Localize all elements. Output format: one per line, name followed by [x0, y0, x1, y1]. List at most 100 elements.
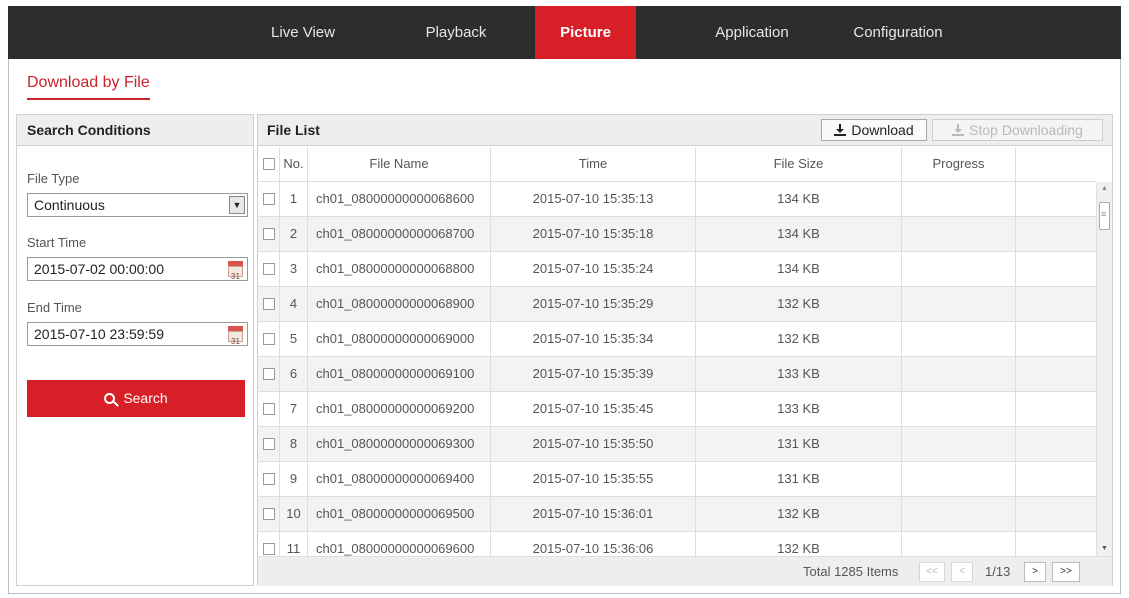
row-checkbox[interactable] — [263, 228, 275, 240]
row-progress — [902, 322, 1016, 356]
end-time-label: End Time — [27, 300, 82, 315]
search-button-label: Search — [123, 390, 168, 406]
row-checkbox[interactable] — [263, 438, 275, 450]
row-file-size: 132 KB — [696, 287, 902, 321]
table-row[interactable]: 10 ch01_08000000000069500 2015-07-10 15:36… — [258, 497, 1096, 532]
scroll-thumb[interactable] — [1099, 202, 1110, 230]
table-row[interactable]: 7 ch01_08000000000069200 2015-07-10 15:35:… — [258, 392, 1096, 427]
calendar-icon[interactable]: 31 — [228, 326, 243, 346]
table-header: No. File Name Time File Size Progress — [258, 147, 1096, 182]
row-spacer — [1016, 427, 1096, 461]
search-icon — [104, 393, 116, 404]
row-check-cell — [258, 217, 280, 251]
file-list-title: File List — [267, 122, 320, 138]
row-file-name: ch01_08000000000068700 — [308, 217, 491, 251]
last-page-button[interactable]: >> — [1052, 562, 1080, 582]
row-spacer — [1016, 252, 1096, 286]
row-spacer — [1016, 392, 1096, 426]
file-type-label: File Type — [27, 171, 80, 186]
stop-download-icon — [952, 124, 965, 136]
stop-downloading-label: Stop Downloading — [969, 122, 1083, 138]
start-time-value: 2015-07-02 00:00:00 — [34, 261, 164, 277]
start-time-input[interactable]: 2015-07-02 00:00:00 31 — [27, 257, 248, 281]
row-spacer — [1016, 497, 1096, 531]
nav-configuration[interactable]: Configuration — [836, 6, 960, 59]
file-type-select[interactable]: Continuous ▼ — [27, 193, 248, 217]
row-file-size: 132 KB — [696, 322, 902, 356]
table-row[interactable]: 5 ch01_08000000000069000 2015-07-10 15:35:… — [258, 322, 1096, 357]
row-progress — [902, 357, 1016, 391]
row-file-size: 131 KB — [696, 462, 902, 496]
row-checkbox[interactable] — [263, 333, 275, 345]
row-checkbox[interactable] — [263, 508, 275, 520]
row-file-name: ch01_08000000000069400 — [308, 462, 491, 496]
search-button[interactable]: Search — [27, 380, 245, 417]
nav-playback[interactable]: Playback — [406, 6, 506, 59]
table-row[interactable]: 9 ch01_08000000000069400 2015-07-10 15:35:… — [258, 462, 1096, 497]
column-header-spacer — [1016, 147, 1096, 181]
row-file-size: 131 KB — [696, 427, 902, 461]
row-checkbox[interactable] — [263, 368, 275, 380]
row-spacer — [1016, 322, 1096, 356]
row-file-name: ch01_08000000000069000 — [308, 322, 491, 356]
scroll-up-icon[interactable]: ▲ — [1097, 182, 1112, 196]
row-spacer — [1016, 287, 1096, 321]
row-check-cell — [258, 497, 280, 531]
chevron-down-icon[interactable]: ▼ — [229, 196, 245, 214]
file-type-value: Continuous — [34, 197, 105, 213]
nav-picture[interactable]: Picture — [535, 6, 636, 59]
end-time-input[interactable]: 2015-07-10 23:59:59 31 — [27, 322, 248, 346]
row-checkbox[interactable] — [263, 193, 275, 205]
row-checkbox[interactable] — [263, 543, 275, 555]
scrollbar[interactable]: ▲ ▼ — [1096, 182, 1112, 556]
calendar-icon[interactable]: 31 — [228, 261, 243, 281]
prev-page-button[interactable]: < — [951, 562, 973, 582]
stop-downloading-button[interactable]: Stop Downloading — [932, 119, 1103, 141]
row-no: 9 — [280, 462, 308, 496]
row-time: 2015-07-10 15:35:13 — [491, 182, 696, 216]
column-header-time: Time — [491, 147, 696, 181]
row-spacer — [1016, 217, 1096, 251]
select-all-checkbox[interactable] — [263, 158, 275, 170]
row-file-size: 134 KB — [696, 182, 902, 216]
row-no: 1 — [280, 182, 308, 216]
row-progress — [902, 182, 1016, 216]
next-page-button[interactable]: > — [1024, 562, 1046, 582]
top-nav: Live View Playback Picture Application C… — [8, 6, 1121, 59]
download-icon — [834, 124, 847, 136]
nav-application[interactable]: Application — [700, 6, 804, 59]
table-row[interactable]: 3 ch01_08000000000068800 2015-07-10 15:35:… — [258, 252, 1096, 287]
table-row[interactable]: 1 ch01_08000000000068600 2015-07-10 15:35:… — [258, 182, 1096, 217]
table-row[interactable]: 4 ch01_08000000000068900 2015-07-10 15:35:… — [258, 287, 1096, 322]
row-progress — [902, 462, 1016, 496]
pager-total: Total 1285 Items — [803, 564, 899, 579]
table-row[interactable]: 2 ch01_08000000000068700 2015-07-10 15:35:… — [258, 217, 1096, 252]
first-page-button[interactable]: << — [919, 562, 945, 582]
file-table: No. File Name Time File Size Progress 1c… — [258, 147, 1096, 567]
row-progress — [902, 497, 1016, 531]
row-no: 4 — [280, 287, 308, 321]
table-row[interactable]: 6 ch01_08000000000069100 2015-07-10 15:35:… — [258, 357, 1096, 392]
row-time: 2015-07-10 15:35:45 — [491, 392, 696, 426]
nav-live-view[interactable]: Live View — [268, 6, 338, 59]
row-checkbox[interactable] — [263, 263, 275, 275]
row-checkbox[interactable] — [263, 473, 275, 485]
row-file-size: 134 KB — [696, 217, 902, 251]
row-time: 2015-07-10 15:35:24 — [491, 252, 696, 286]
row-progress — [902, 427, 1016, 461]
row-check-cell — [258, 322, 280, 356]
download-button[interactable]: Download — [821, 119, 927, 141]
row-progress — [902, 217, 1016, 251]
scroll-down-icon[interactable]: ▼ — [1097, 542, 1112, 556]
row-time: 2015-07-10 15:35:34 — [491, 322, 696, 356]
file-list-header: File List Download Stop Downloading — [258, 115, 1112, 146]
select-all-cell — [258, 147, 280, 181]
table-row[interactable]: 8 ch01_08000000000069300 2015-07-10 15:35:… — [258, 427, 1096, 462]
start-time-label: Start Time — [27, 235, 87, 250]
row-no: 5 — [280, 322, 308, 356]
row-spacer — [1016, 182, 1096, 216]
row-checkbox[interactable] — [263, 298, 275, 310]
tab-download-by-file[interactable]: Download by File — [27, 74, 150, 100]
row-checkbox[interactable] — [263, 403, 275, 415]
row-check-cell — [258, 252, 280, 286]
